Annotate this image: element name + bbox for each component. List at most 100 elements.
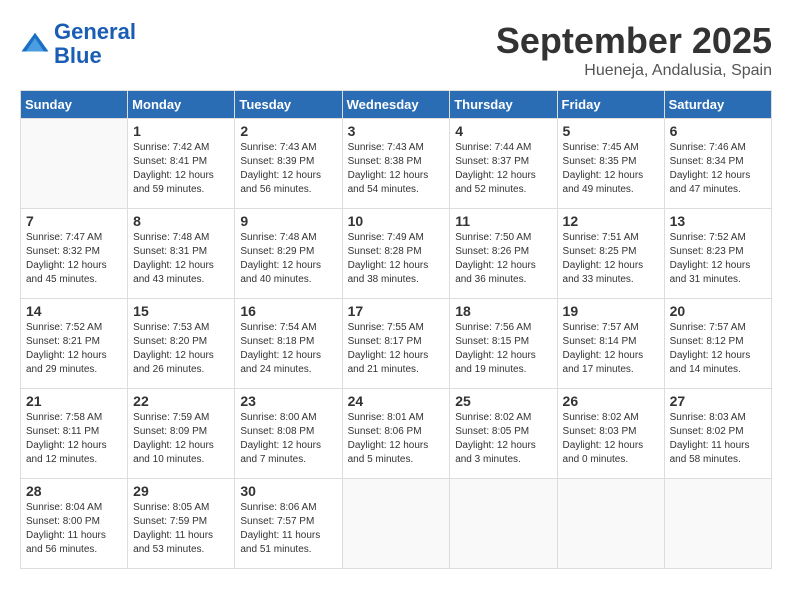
day-cell: 24 Sunrise: 8:01 AM Sunset: 8:06 PM Dayli…: [342, 389, 450, 479]
column-header-thursday: Thursday: [450, 91, 557, 119]
day-cell: 1 Sunrise: 7:42 AM Sunset: 8:41 PM Daylig…: [128, 119, 235, 209]
day-cell: [450, 479, 557, 569]
day-cell: 30Sunrise: 8:06 AM Sunset: 7:57 PM Dayli…: [235, 479, 342, 569]
day-info: Sunrise: 8:05 AM Sunset: 7:59 PM Dayligh…: [133, 501, 229, 557]
logo-text: General Blue: [54, 20, 136, 68]
day-info: Sunrise: 7:46 AM Sunset: 8:34 PM Dayligh…: [670, 141, 766, 197]
day-info: Sunrise: 7:48 AM Sunset: 8:31 PM Dayligh…: [133, 231, 229, 287]
day-info: Sunrise: 8:01 AM Sunset: 8:06 PM Dayligh…: [348, 411, 445, 467]
day-number: 1: [133, 123, 229, 139]
day-number: 27: [670, 393, 766, 409]
column-header-friday: Friday: [557, 91, 664, 119]
day-info: Sunrise: 8:02 AM Sunset: 8:03 PM Dayligh…: [563, 411, 659, 467]
day-cell: 26Sunrise: 8:02 AM Sunset: 8:03 PM Dayli…: [557, 389, 664, 479]
day-number: 21: [26, 393, 122, 409]
day-info: Sunrise: 7:58 AM Sunset: 8:11 PM Dayligh…: [26, 411, 122, 467]
day-info: Sunrise: 7:49 AM Sunset: 8:28 PM Dayligh…: [348, 231, 445, 287]
day-number: 15: [133, 303, 229, 319]
day-cell: 15Sunrise: 7:53 AM Sunset: 8:20 PM Dayli…: [128, 299, 235, 389]
day-cell: 8 Sunrise: 7:48 AM Sunset: 8:31 PM Daylig…: [128, 209, 235, 299]
day-cell: 5 Sunrise: 7:45 AM Sunset: 8:35 PM Daylig…: [557, 119, 664, 209]
day-cell: 20Sunrise: 7:57 AM Sunset: 8:12 PM Dayli…: [664, 299, 771, 389]
day-cell: 29 Sunrise: 8:05 AM Sunset: 7:59 PM Dayli…: [128, 479, 235, 569]
day-number: 6: [670, 123, 766, 139]
day-number: 18: [455, 303, 551, 319]
month-title: September 2025: [496, 20, 772, 62]
column-header-wednesday: Wednesday: [342, 91, 450, 119]
day-info: Sunrise: 7:43 AM Sunset: 8:38 PM Dayligh…: [348, 141, 445, 197]
day-cell: 13Sunrise: 7:52 AM Sunset: 8:23 PM Dayli…: [664, 209, 771, 299]
day-number: 4: [455, 123, 551, 139]
day-info: Sunrise: 7:55 AM Sunset: 8:17 PM Dayligh…: [348, 321, 445, 377]
day-cell: 17 Sunrise: 7:55 AM Sunset: 8:17 PM Dayli…: [342, 299, 450, 389]
day-cell: 7Sunrise: 7:47 AM Sunset: 8:32 PM Daylig…: [21, 209, 128, 299]
day-info: Sunrise: 7:48 AM Sunset: 8:29 PM Dayligh…: [240, 231, 336, 287]
day-cell: [557, 479, 664, 569]
day-cell: 6 Sunrise: 7:46 AM Sunset: 8:34 PM Daylig…: [664, 119, 771, 209]
page-header: General Blue September 2025 Hueneja, And…: [20, 20, 772, 80]
day-info: Sunrise: 7:45 AM Sunset: 8:35 PM Dayligh…: [563, 141, 659, 197]
day-number: 14: [26, 303, 122, 319]
day-info: Sunrise: 7:52 AM Sunset: 8:23 PM Dayligh…: [670, 231, 766, 287]
day-number: 9: [240, 213, 336, 229]
day-number: 8: [133, 213, 229, 229]
day-info: Sunrise: 7:52 AM Sunset: 8:21 PM Dayligh…: [26, 321, 122, 377]
day-cell: 11 Sunrise: 7:50 AM Sunset: 8:26 PM Dayli…: [450, 209, 557, 299]
day-info: Sunrise: 8:04 AM Sunset: 8:00 PM Dayligh…: [26, 501, 122, 557]
logo: General Blue: [20, 20, 136, 68]
day-cell: 25 Sunrise: 8:02 AM Sunset: 8:05 PM Dayli…: [450, 389, 557, 479]
day-number: 22: [133, 393, 229, 409]
day-number: 17: [348, 303, 445, 319]
column-header-monday: Monday: [128, 91, 235, 119]
column-header-tuesday: Tuesday: [235, 91, 342, 119]
day-cell: [342, 479, 450, 569]
day-cell: 10 Sunrise: 7:49 AM Sunset: 8:28 PM Dayli…: [342, 209, 450, 299]
day-number: 29: [133, 483, 229, 499]
day-cell: 19 Sunrise: 7:57 AM Sunset: 8:14 PM Dayli…: [557, 299, 664, 389]
day-cell: [21, 119, 128, 209]
day-cell: 23 Sunrise: 8:00 AM Sunset: 8:08 PM Dayli…: [235, 389, 342, 479]
day-info: Sunrise: 8:02 AM Sunset: 8:05 PM Dayligh…: [455, 411, 551, 467]
day-number: 23: [240, 393, 336, 409]
calendar-table: SundayMondayTuesdayWednesdayThursdayFrid…: [20, 90, 772, 569]
day-cell: 12Sunrise: 7:51 AM Sunset: 8:25 PM Dayli…: [557, 209, 664, 299]
column-header-saturday: Saturday: [664, 91, 771, 119]
logo-icon: [20, 29, 50, 59]
day-number: 20: [670, 303, 766, 319]
day-info: Sunrise: 7:50 AM Sunset: 8:26 PM Dayligh…: [455, 231, 551, 287]
day-number: 5: [563, 123, 659, 139]
day-cell: 21 Sunrise: 7:58 AM Sunset: 8:11 PM Dayli…: [21, 389, 128, 479]
day-cell: 4 Sunrise: 7:44 AM Sunset: 8:37 PM Daylig…: [450, 119, 557, 209]
day-cell: 18 Sunrise: 7:56 AM Sunset: 8:15 PM Dayli…: [450, 299, 557, 389]
day-info: Sunrise: 8:00 AM Sunset: 8:08 PM Dayligh…: [240, 411, 336, 467]
day-info: Sunrise: 7:54 AM Sunset: 8:18 PM Dayligh…: [240, 321, 336, 377]
day-number: 16: [240, 303, 336, 319]
column-header-sunday: Sunday: [21, 91, 128, 119]
day-cell: 16 Sunrise: 7:54 AM Sunset: 8:18 PM Dayli…: [235, 299, 342, 389]
day-number: 3: [348, 123, 445, 139]
day-number: 19: [563, 303, 659, 319]
day-info: Sunrise: 7:43 AM Sunset: 8:39 PM Dayligh…: [240, 141, 336, 197]
day-number: 12: [563, 213, 659, 229]
day-cell: 28 Sunrise: 8:04 AM Sunset: 8:00 PM Dayli…: [21, 479, 128, 569]
day-info: Sunrise: 7:42 AM Sunset: 8:41 PM Dayligh…: [133, 141, 229, 197]
day-number: 24: [348, 393, 445, 409]
location: Hueneja, Andalusia, Spain: [496, 62, 772, 80]
week-row-4: 21 Sunrise: 7:58 AM Sunset: 8:11 PM Dayli…: [21, 389, 772, 479]
day-cell: 9 Sunrise: 7:48 AM Sunset: 8:29 PM Daylig…: [235, 209, 342, 299]
day-number: 10: [348, 213, 445, 229]
header-row: SundayMondayTuesdayWednesdayThursdayFrid…: [21, 91, 772, 119]
day-number: 28: [26, 483, 122, 499]
day-cell: 14 Sunrise: 7:52 AM Sunset: 8:21 PM Dayli…: [21, 299, 128, 389]
day-number: 11: [455, 213, 551, 229]
week-row-3: 14 Sunrise: 7:52 AM Sunset: 8:21 PM Dayli…: [21, 299, 772, 389]
day-info: Sunrise: 7:44 AM Sunset: 8:37 PM Dayligh…: [455, 141, 551, 197]
day-cell: [664, 479, 771, 569]
day-number: 25: [455, 393, 551, 409]
day-number: 2: [240, 123, 336, 139]
day-info: Sunrise: 7:56 AM Sunset: 8:15 PM Dayligh…: [455, 321, 551, 377]
day-info: Sunrise: 7:57 AM Sunset: 8:14 PM Dayligh…: [563, 321, 659, 377]
day-cell: 27Sunrise: 8:03 AM Sunset: 8:02 PM Dayli…: [664, 389, 771, 479]
day-number: 30: [240, 483, 336, 499]
week-row-2: 7Sunrise: 7:47 AM Sunset: 8:32 PM Daylig…: [21, 209, 772, 299]
